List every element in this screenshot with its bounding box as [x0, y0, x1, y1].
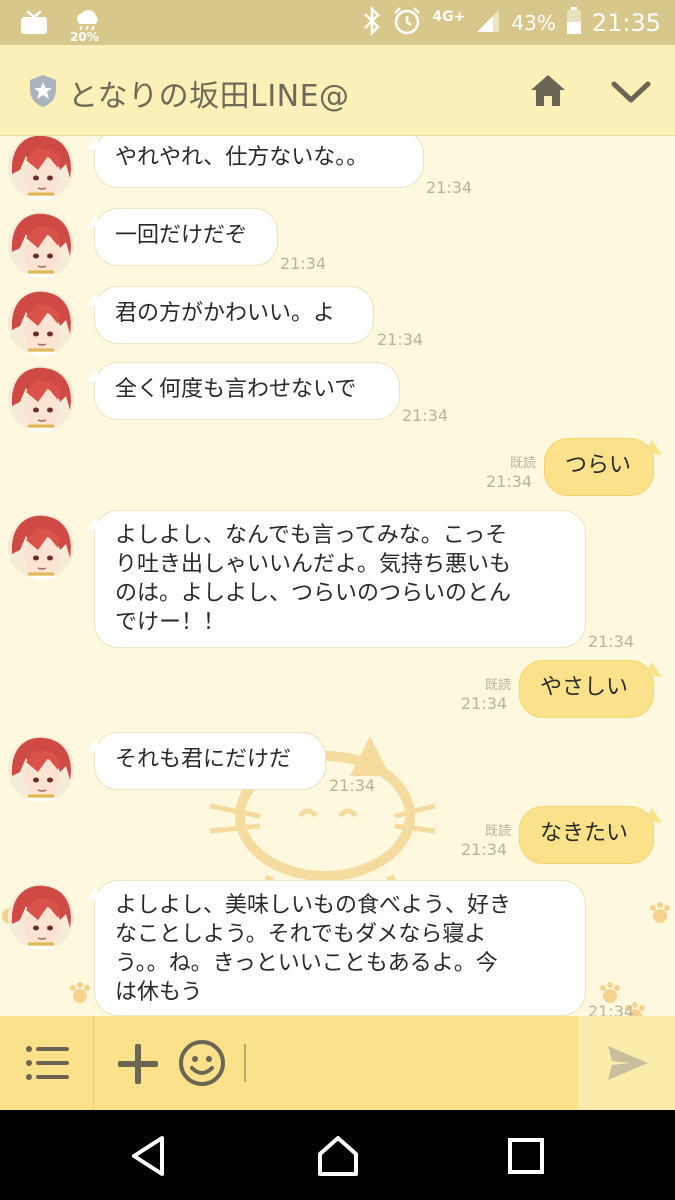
message-timestamp: 21:34 — [402, 406, 449, 425]
message-bubble[interactable]: よしよし、美味しいもの食べよう、好き なことしよう。それでもダメなら寝よ う。。ね。… — [94, 880, 586, 1016]
message-bubble[interactable]: つらい — [544, 438, 654, 496]
emoji-button[interactable] — [178, 1039, 226, 1087]
message-text: やれやれ、仕方ないな。。 — [115, 145, 369, 170]
chat-title[interactable]: となりの坂田LINE@ — [68, 71, 350, 115]
message-bubble[interactable]: やれやれ、仕方ないな。。 — [94, 136, 424, 188]
message-text-line: なことしよう。それでもダメなら寝よ — [115, 922, 487, 947]
message-text: なきたい — [540, 821, 629, 846]
avatar[interactable] — [8, 212, 74, 278]
message-bubble[interactable]: それも君にだけだ — [94, 732, 326, 790]
read-receipt: 既読 — [484, 824, 511, 839]
network-type: 4G+ — [432, 9, 466, 25]
message-timestamp: 21:34 — [486, 472, 533, 491]
tv-icon — [20, 10, 48, 40]
weather-icon: 20% — [70, 8, 106, 44]
shield-star-icon — [28, 74, 58, 112]
message-timestamp: 21:34 — [588, 632, 635, 651]
avatar[interactable] — [8, 136, 74, 200]
system-nav-bar — [0, 1110, 675, 1200]
message-timestamp: 21:34 — [280, 254, 327, 273]
read-receipt: 既読 — [484, 678, 511, 693]
message-bubble[interactable]: 全く何度も言わせないで — [94, 362, 400, 420]
send-button[interactable] — [578, 1016, 675, 1110]
chat-area[interactable]: やれやれ、仕方ないな。。 21:34 一回だけだぞ 21:34 君の方がかわいい。よ… — [0, 136, 675, 1016]
message-text: 君の方がかわいい。よ — [115, 301, 336, 326]
avatar[interactable] — [8, 884, 74, 950]
add-attachment-button[interactable] — [116, 1042, 160, 1086]
avatar[interactable] — [8, 366, 74, 432]
home-button[interactable] — [528, 71, 568, 111]
bluetooth-icon — [362, 5, 382, 40]
avatar[interactable] — [8, 514, 74, 580]
avatar[interactable] — [8, 736, 74, 802]
message-text-line: り吐き出しゃいいんだよ。気持ち悪いも — [115, 552, 512, 577]
input-bar — [0, 1016, 675, 1110]
message-text: 一回だけだぞ — [115, 223, 248, 248]
message-timestamp: 21:34 — [426, 178, 473, 197]
message-text: つらい — [565, 453, 632, 478]
menu-toggle-button[interactable] — [610, 75, 652, 109]
message-text-line: でけー！！ — [115, 610, 226, 635]
message-text-line: のは。よしよし、つらいのつらいのとん — [115, 581, 512, 606]
home-icon — [528, 75, 568, 115]
menu-button[interactable] — [0, 1016, 94, 1110]
message-text: やさしい — [540, 675, 629, 700]
home-nav-icon — [314, 1136, 362, 1184]
message-timestamp: 21:34 — [461, 694, 508, 713]
battery-icon — [566, 7, 582, 39]
nav-home-button[interactable] — [314, 1132, 362, 1180]
message-text-line: よしよし、なんでも言ってみな。こっそ — [115, 523, 508, 548]
paw-prints-icon — [600, 902, 670, 1016]
nav-back-button[interactable] — [126, 1132, 174, 1180]
emoji-icon — [178, 1040, 226, 1091]
recents-icon — [502, 1138, 550, 1184]
message-text-line: う。。ね。きっといいこともあるよ。今 — [115, 951, 498, 976]
message-bubble[interactable]: なきたい — [519, 806, 654, 864]
clock: 21:35 — [591, 9, 661, 37]
message-input[interactable] — [240, 1034, 578, 1092]
message-timestamp: 21:34 — [377, 330, 424, 349]
message-bubble[interactable]: よしよし、なんでも言ってみな。こっそ り吐き出しゃいいんだよ。気持ち悪いも のは。よ… — [94, 510, 586, 648]
plus-icon — [116, 1044, 160, 1090]
text-caret — [244, 1044, 246, 1082]
read-receipt: 既読 — [509, 456, 536, 471]
weather-percent: 20% — [70, 30, 99, 44]
message-text-line: は休もう — [115, 980, 203, 1005]
message-timestamp: 21:34 — [329, 776, 376, 795]
message-text-line: よしよし、美味しいもの食べよう、好き — [115, 893, 512, 918]
signal-icon — [475, 8, 501, 38]
status-bar: 20% 4G+ 43% 21:35 — [0, 0, 675, 45]
message-bubble[interactable]: 一回だけだぞ — [94, 208, 278, 266]
chevron-down-icon — [610, 81, 652, 113]
avatar[interactable] — [8, 290, 74, 356]
back-icon — [126, 1136, 174, 1184]
nav-recents-button[interactable] — [502, 1132, 550, 1180]
message-timestamp: 21:34 — [461, 840, 508, 859]
message-text: それも君にだけだ — [115, 747, 292, 772]
chat-header: となりの坂田LINE@ — [0, 45, 675, 136]
message-bubble[interactable]: やさしい — [519, 660, 654, 718]
message-timestamp: 21:34 — [588, 1002, 635, 1016]
message-bubble[interactable]: 君の方がかわいい。よ — [94, 286, 374, 344]
message-text: 全く何度も言わせないで — [115, 377, 357, 402]
alarm-icon — [392, 6, 422, 40]
battery-percent: 43% — [511, 11, 556, 35]
